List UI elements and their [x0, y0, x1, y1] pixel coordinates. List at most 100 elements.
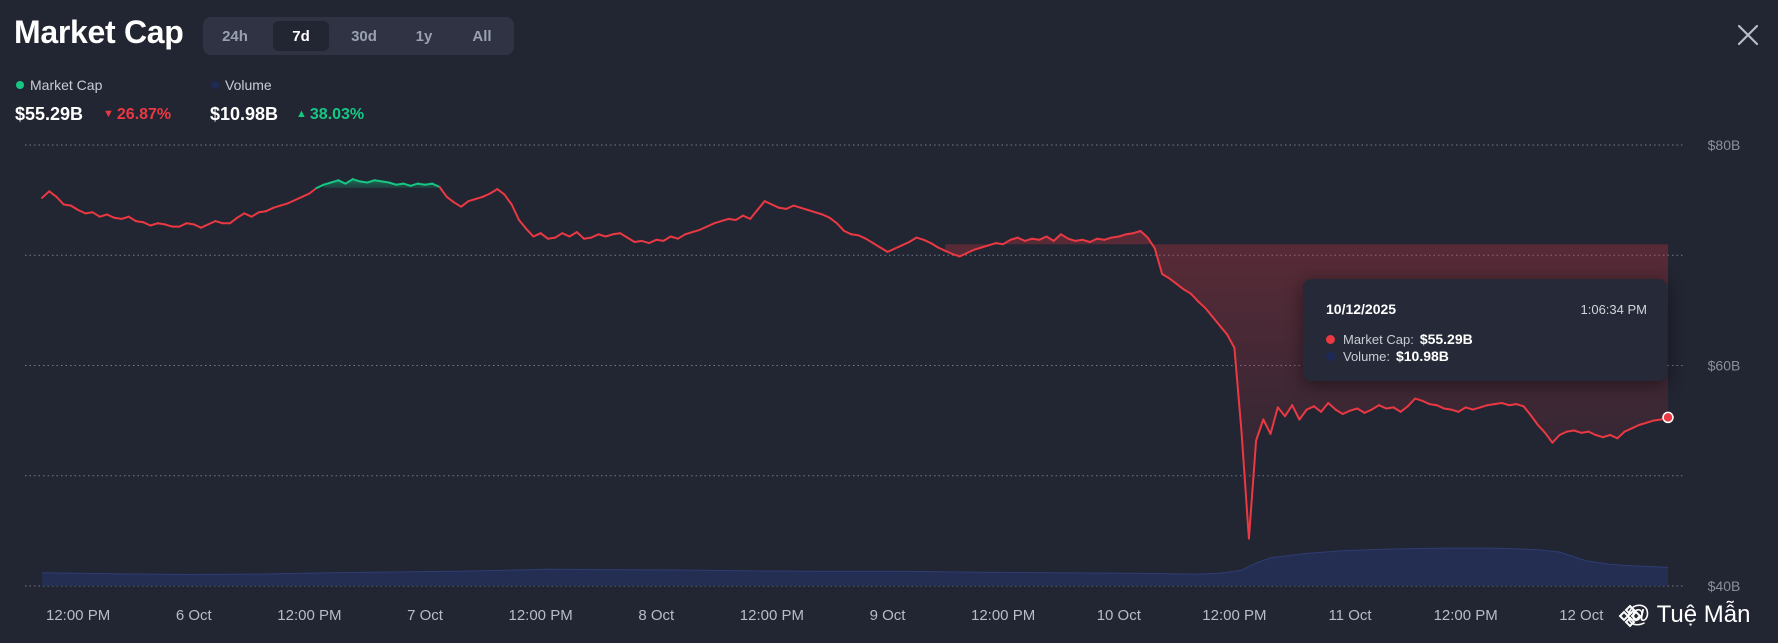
market-cap-line-segment [590, 233, 600, 239]
market-cap-line-segment [134, 220, 145, 224]
market-cap-line-segment [84, 211, 94, 215]
market-cap-line-segment [200, 223, 210, 229]
market-cap-line-segment [785, 204, 795, 210]
market-cap-line-segment [438, 185, 448, 198]
x-tick-label: 12:00 PM [1202, 607, 1266, 624]
chart-tooltip: 10/12/2025 1:06:34 PM Market Cap: $55.29B… [1303, 279, 1667, 381]
market-cap-line-segment [308, 187, 318, 195]
market-cap-line-segment [922, 238, 932, 245]
market-cap-line-segment [828, 216, 838, 225]
volume-area [42, 548, 1668, 586]
market-cap-line-segment [1443, 407, 1453, 411]
market-cap-line-segment [799, 206, 809, 211]
market-cap-line-segment [814, 211, 824, 216]
market-cap-line-segment [489, 188, 499, 195]
market-cap-line-segment [554, 232, 564, 239]
market-cap-line-segment [662, 235, 672, 242]
market-cap-line-segment [655, 238, 665, 242]
market-cap-line-segment [691, 228, 701, 234]
x-tick-label: 6 Oct [176, 607, 213, 624]
market-cap-line-segment [98, 213, 108, 218]
market-cap-line-segment [893, 244, 903, 250]
tooltip-time: 1:06:34 PM [1580, 302, 1648, 317]
market-cap-line-segment [395, 182, 405, 186]
market-cap-line-segment [669, 235, 679, 240]
market-cap-line-segment [460, 200, 470, 208]
market-cap-drop-area [945, 231, 1668, 539]
market-cap-line-segment [604, 233, 614, 238]
market-cap-line-segment [611, 232, 622, 236]
market-cap-line-segment [62, 203, 72, 207]
market-cap-line-segment [807, 209, 817, 214]
market-cap-line-segment [120, 215, 130, 220]
tooltip-volume-dot [1326, 352, 1335, 361]
market-cap-line-segment [301, 192, 311, 198]
market-cap-line-segment [236, 212, 246, 219]
market-cap-line-segment [987, 242, 997, 247]
y-tick-label: $40B [1708, 578, 1741, 594]
market-cap-line-segment [633, 239, 643, 243]
market-cap-line-segment [705, 222, 716, 228]
market-cap-line-segment [1565, 429, 1576, 433]
market-cap-line-segment [192, 223, 202, 229]
market-cap-line-segment [720, 217, 730, 223]
market-cap-line-segment [1385, 406, 1395, 410]
market-cap-line-segment [91, 211, 101, 218]
market-cap-line-segment [1074, 238, 1084, 242]
market-cap-line-segment [424, 182, 434, 186]
x-tick-label: 12:00 PM [508, 607, 572, 624]
market-cap-line-segment [265, 206, 275, 213]
market-cap-line-segment [293, 195, 304, 202]
market-cap-line-segment [763, 200, 773, 206]
market-cap-line-segment [1110, 235, 1120, 239]
market-cap-line-segment [568, 231, 578, 238]
market-cap-line-segment [640, 239, 650, 245]
tooltip-volume-value: $10.98B [1395, 348, 1449, 364]
market-cap-line-segment [648, 238, 658, 245]
market-cap-line-segment [1580, 430, 1590, 434]
market-cap-line-segment [69, 204, 80, 211]
x-tick-label: 12 Oct [1559, 607, 1604, 624]
x-tick-label: 10 Oct [1097, 607, 1142, 624]
market-cap-line-segment [149, 222, 159, 227]
market-cap-line-segment [525, 227, 535, 238]
market-cap-line-segment [734, 214, 744, 221]
market-cap-line-segment [1486, 403, 1496, 407]
market-cap-line-segment [279, 202, 289, 207]
market-cap-line-segment [496, 188, 506, 196]
market-cap-line-segment [597, 233, 607, 238]
market-cap-line-segment [445, 195, 455, 204]
market-cap-line-segment [1493, 402, 1503, 406]
market-cap-line-segment [163, 223, 174, 228]
market-cap-line-segment [626, 236, 636, 243]
market-cap-line-segment [286, 199, 296, 205]
market-cap-line-segment [106, 213, 116, 219]
x-tick-label: 12:00 PM [1434, 607, 1498, 624]
x-tick-label: 8 Oct [638, 607, 675, 624]
market-cap-line-segment [474, 195, 484, 200]
tooltip-volume-label: Volume: [1343, 349, 1390, 364]
market-cap-line-segment [272, 204, 282, 209]
x-tick-label: 9 Oct [870, 607, 907, 624]
market-cap-line-segment [452, 201, 463, 208]
market-cap-line-segment [178, 222, 188, 228]
market-cap-line-segment [835, 222, 846, 232]
market-cap-line-segment [207, 220, 217, 226]
tooltip-volume-row: Volume: $10.98B [1326, 348, 1449, 364]
market-cap-line-segment [243, 212, 253, 218]
market-cap-line-segment [749, 209, 759, 220]
market-cap-line-segment [142, 221, 152, 227]
market-cap-line-segment [77, 209, 87, 215]
market-cap-line-segment [532, 232, 542, 238]
market-cap-line-segment [908, 236, 918, 243]
market-cap-line-segment [575, 231, 585, 240]
market-cap-line-segment [518, 219, 528, 230]
market-cap-line-segment [698, 225, 708, 231]
x-tick-label: 12:00 PM [277, 607, 341, 624]
market-cap-line-segment [113, 216, 123, 220]
market-cap-line-segment [886, 247, 896, 253]
market-cap-line-segment [684, 231, 694, 236]
x-tick-label: 12:00 PM [971, 607, 1035, 624]
market-cap-line-segment [257, 210, 267, 214]
market-cap-line-segment [1508, 403, 1518, 407]
